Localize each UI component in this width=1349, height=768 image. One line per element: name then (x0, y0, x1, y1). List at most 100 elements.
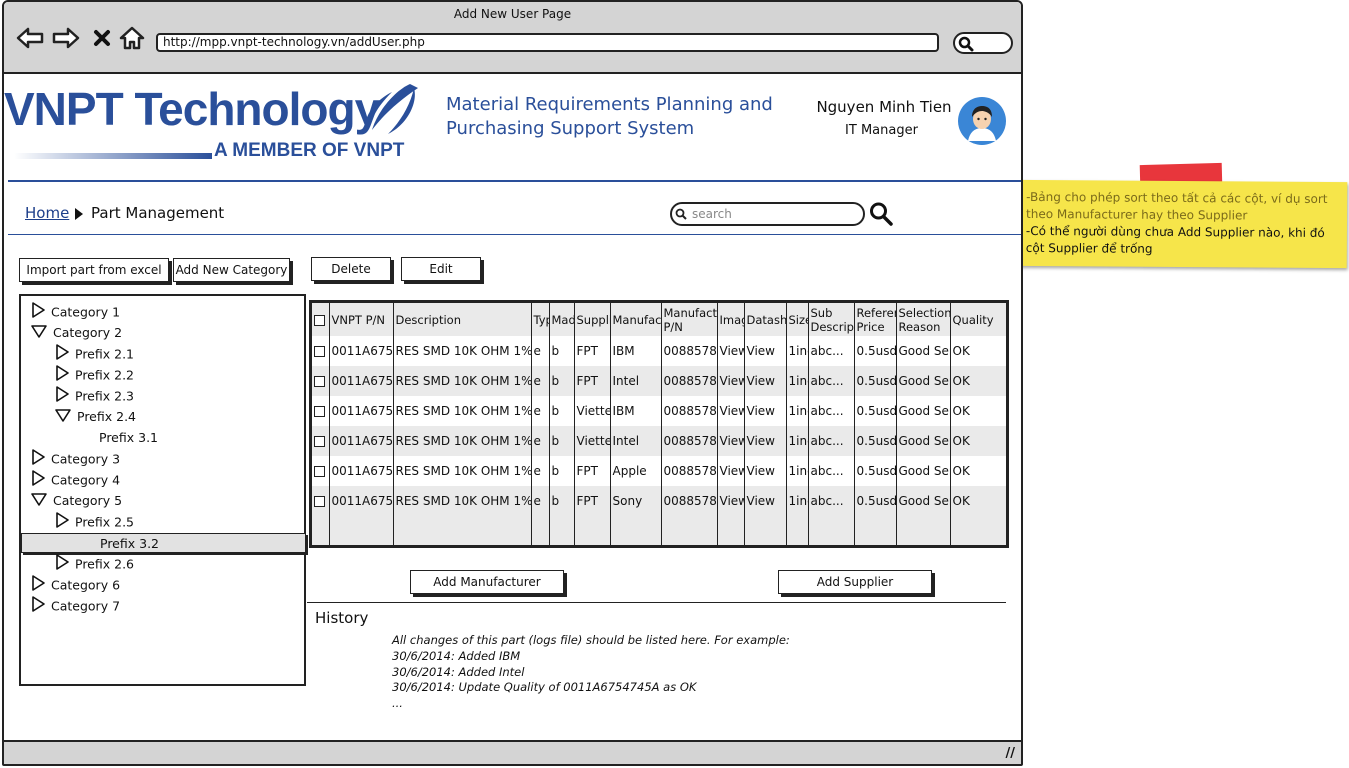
table-row[interactable]: 0011A6754745ARES SMD 10K OHM 1%ebFPTAppl… (312, 456, 1006, 486)
table-cell: 0.5usd (854, 336, 897, 366)
tree-item[interactable]: Category 1 (31, 302, 120, 322)
select-all-checkbox[interactable] (314, 314, 325, 326)
tree-item[interactable]: Category 4 (31, 470, 120, 490)
table-cell: FPT (574, 336, 611, 366)
tree-item[interactable]: Category 5 (31, 491, 122, 511)
tree-item[interactable]: Category 7 (31, 596, 120, 616)
select-all-checkbox-cell[interactable] (312, 303, 330, 336)
tree-item[interactable]: Prefix 3.1 (99, 428, 158, 448)
table-row[interactable]: 0011A6754745ARES SMD 10K OHM 1%ebFPTInte… (312, 366, 1006, 396)
view-link[interactable]: View (744, 366, 787, 396)
forward-arrow-icon[interactable] (52, 26, 80, 50)
table-cell: b (549, 366, 575, 396)
collapsed-triangle-icon[interactable] (31, 302, 45, 324)
column-header[interactable]: Manufacturer (610, 303, 662, 336)
collapsed-triangle-icon[interactable] (55, 386, 69, 408)
column-header[interactable]: Datasheet (744, 303, 787, 336)
row-checkbox[interactable] (314, 346, 325, 357)
row-checkbox[interactable] (314, 496, 325, 507)
row-checkbox-cell[interactable] (312, 366, 330, 396)
column-header[interactable]: Quality (950, 303, 1006, 336)
column-header[interactable]: Description (393, 303, 532, 336)
tree-item[interactable]: Prefix 3.2 (21, 533, 306, 553)
system-title: Material Requirements Planning and Purch… (446, 94, 773, 139)
row-checkbox-cell[interactable] (312, 336, 330, 366)
column-header[interactable]: Manufacturer P/N (661, 303, 718, 336)
resize-grip-icon[interactable]: // (1006, 746, 1016, 761)
stop-icon[interactable] (90, 26, 114, 50)
tree-item[interactable]: Prefix 2.4 (55, 407, 136, 427)
row-checkbox[interactable] (314, 466, 325, 477)
collapsed-triangle-icon[interactable] (31, 596, 45, 618)
tree-item[interactable]: Prefix 2.1 (55, 344, 134, 364)
column-header[interactable]: Made/ (549, 303, 575, 336)
column-header[interactable]: Image (717, 303, 745, 336)
column-header[interactable]: Size (786, 303, 809, 336)
table-row[interactable]: 0011A6754745ARES SMD 10K OHM 1%ebViettel… (312, 396, 1006, 426)
delete-button[interactable]: Delete (311, 257, 391, 281)
import-part-button[interactable]: Import part from excel (19, 258, 169, 282)
home-icon[interactable] (118, 26, 146, 50)
search-input[interactable]: search (670, 202, 865, 226)
view-link[interactable]: View (744, 396, 787, 426)
collapsed-triangle-icon[interactable] (31, 575, 45, 597)
view-link[interactable]: View (717, 456, 745, 486)
column-header[interactable]: VNPT P/N (329, 303, 394, 336)
column-header[interactable]: Selection Reason (896, 303, 951, 336)
back-arrow-icon[interactable] (16, 26, 44, 50)
collapsed-triangle-icon[interactable] (31, 449, 45, 471)
add-supplier-button[interactable]: Add Supplier (778, 570, 932, 594)
column-header[interactable]: Type (531, 303, 550, 336)
tree-item[interactable]: Category 2 (31, 323, 122, 343)
collapsed-triangle-icon[interactable] (55, 512, 69, 534)
view-link[interactable]: View (744, 426, 787, 456)
collapsed-triangle-icon[interactable] (31, 470, 45, 492)
view-link[interactable]: View (744, 336, 787, 366)
collapsed-triangle-icon[interactable] (55, 365, 69, 387)
browser-search-field[interactable] (953, 32, 1013, 54)
search-icon[interactable] (869, 201, 893, 227)
row-checkbox-cell[interactable] (312, 456, 330, 486)
table-row[interactable]: 0011A6754745ARES SMD 10K OHM 1%ebViettel… (312, 426, 1006, 456)
tree-item[interactable]: Prefix 2.5 (55, 512, 134, 532)
empty-cell (744, 546, 786, 548)
view-link[interactable]: View (717, 486, 745, 516)
add-category-button[interactable]: Add New Category (173, 258, 290, 282)
column-header[interactable]: Supplier (574, 303, 611, 336)
expanded-triangle-icon[interactable] (31, 324, 47, 344)
add-manufacturer-button[interactable]: Add Manufacturer (410, 570, 564, 594)
empty-cell (312, 516, 330, 545)
row-checkbox[interactable] (314, 406, 325, 417)
tree-item[interactable]: Prefix 2.3 (55, 386, 134, 406)
edit-button[interactable]: Edit (401, 257, 481, 281)
view-link[interactable]: View (717, 366, 745, 396)
sticky-note-line-1: -Bảng cho phép sort theo tất cả các cột,… (1026, 189, 1328, 223)
tree-item[interactable]: Category 3 (31, 449, 120, 469)
row-checkbox-cell[interactable] (312, 426, 330, 456)
view-link[interactable]: View (744, 486, 787, 516)
table-row[interactable]: 0011A6754745ARES SMD 10K OHM 1%ebFPTSony… (312, 486, 1006, 516)
row-checkbox[interactable] (314, 376, 325, 387)
address-bar[interactable]: http://mpp.vnpt-technology.vn/addUser.ph… (156, 33, 939, 52)
category-tree: Category 1 Category 2 Prefix 2.1 Prefix 2.2… (19, 294, 306, 686)
tree-item[interactable]: Prefix 2.2 (55, 365, 134, 385)
row-checkbox-cell[interactable] (312, 486, 330, 516)
column-header[interactable]: Reference Price (854, 303, 897, 336)
tree-item[interactable]: Category 6 (31, 575, 120, 595)
view-link[interactable]: View (717, 336, 745, 366)
collapsed-triangle-icon[interactable] (55, 344, 69, 366)
expanded-triangle-icon[interactable] (55, 408, 71, 428)
tree-item[interactable]: Prefix 2.6 (55, 554, 134, 574)
breadcrumb-home-link[interactable]: Home (25, 204, 69, 222)
collapsed-triangle-icon[interactable] (55, 554, 69, 576)
row-checkbox[interactable] (314, 436, 325, 447)
expanded-triangle-icon[interactable] (31, 492, 47, 512)
column-header[interactable]: Sub Description (808, 303, 855, 336)
view-link[interactable]: View (717, 426, 745, 456)
avatar[interactable] (958, 97, 1006, 145)
view-link[interactable]: View (717, 396, 745, 426)
table-row[interactable]: 0011A6754745ARES SMD 10K OHM 1%ebFPTIBM0… (312, 336, 1006, 366)
view-link[interactable]: View (744, 456, 787, 486)
row-checkbox-cell[interactable] (312, 396, 330, 426)
sticky-note: -Bảng cho phép sort theo tất cả các cột,… (1014, 179, 1348, 269)
